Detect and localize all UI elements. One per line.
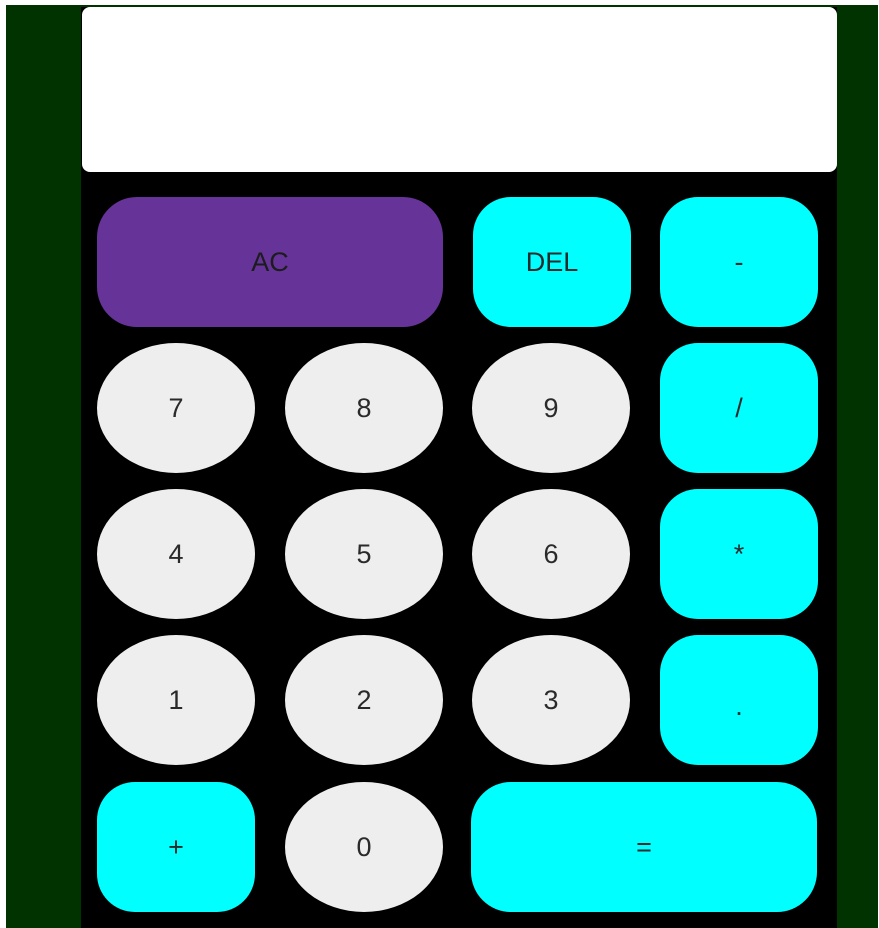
subtract-button[interactable]: - <box>660 197 818 327</box>
clear-all-button[interactable]: AC <box>97 197 443 327</box>
delete-button[interactable]: DEL <box>473 197 631 327</box>
multiply-button[interactable]: * <box>660 489 818 619</box>
divide-button[interactable]: / <box>660 343 818 473</box>
digit-1-button[interactable]: 1 <box>97 635 255 765</box>
equals-button[interactable]: = <box>471 782 817 912</box>
digit-3-button[interactable]: 3 <box>472 635 630 765</box>
digit-6-button[interactable]: 6 <box>472 489 630 619</box>
digit-2-button[interactable]: 2 <box>285 635 443 765</box>
digit-8-button[interactable]: 8 <box>285 343 443 473</box>
add-button[interactable]: + <box>97 782 255 912</box>
calculator-display <box>82 7 837 172</box>
decimal-point-button[interactable]: . <box>660 635 818 765</box>
decimal-point-label: . <box>735 690 743 721</box>
digit-9-button[interactable]: 9 <box>472 343 630 473</box>
digit-5-button[interactable]: 5 <box>285 489 443 619</box>
digit-4-button[interactable]: 4 <box>97 489 255 619</box>
digit-7-button[interactable]: 7 <box>97 343 255 473</box>
digit-0-button[interactable]: 0 <box>285 782 443 912</box>
